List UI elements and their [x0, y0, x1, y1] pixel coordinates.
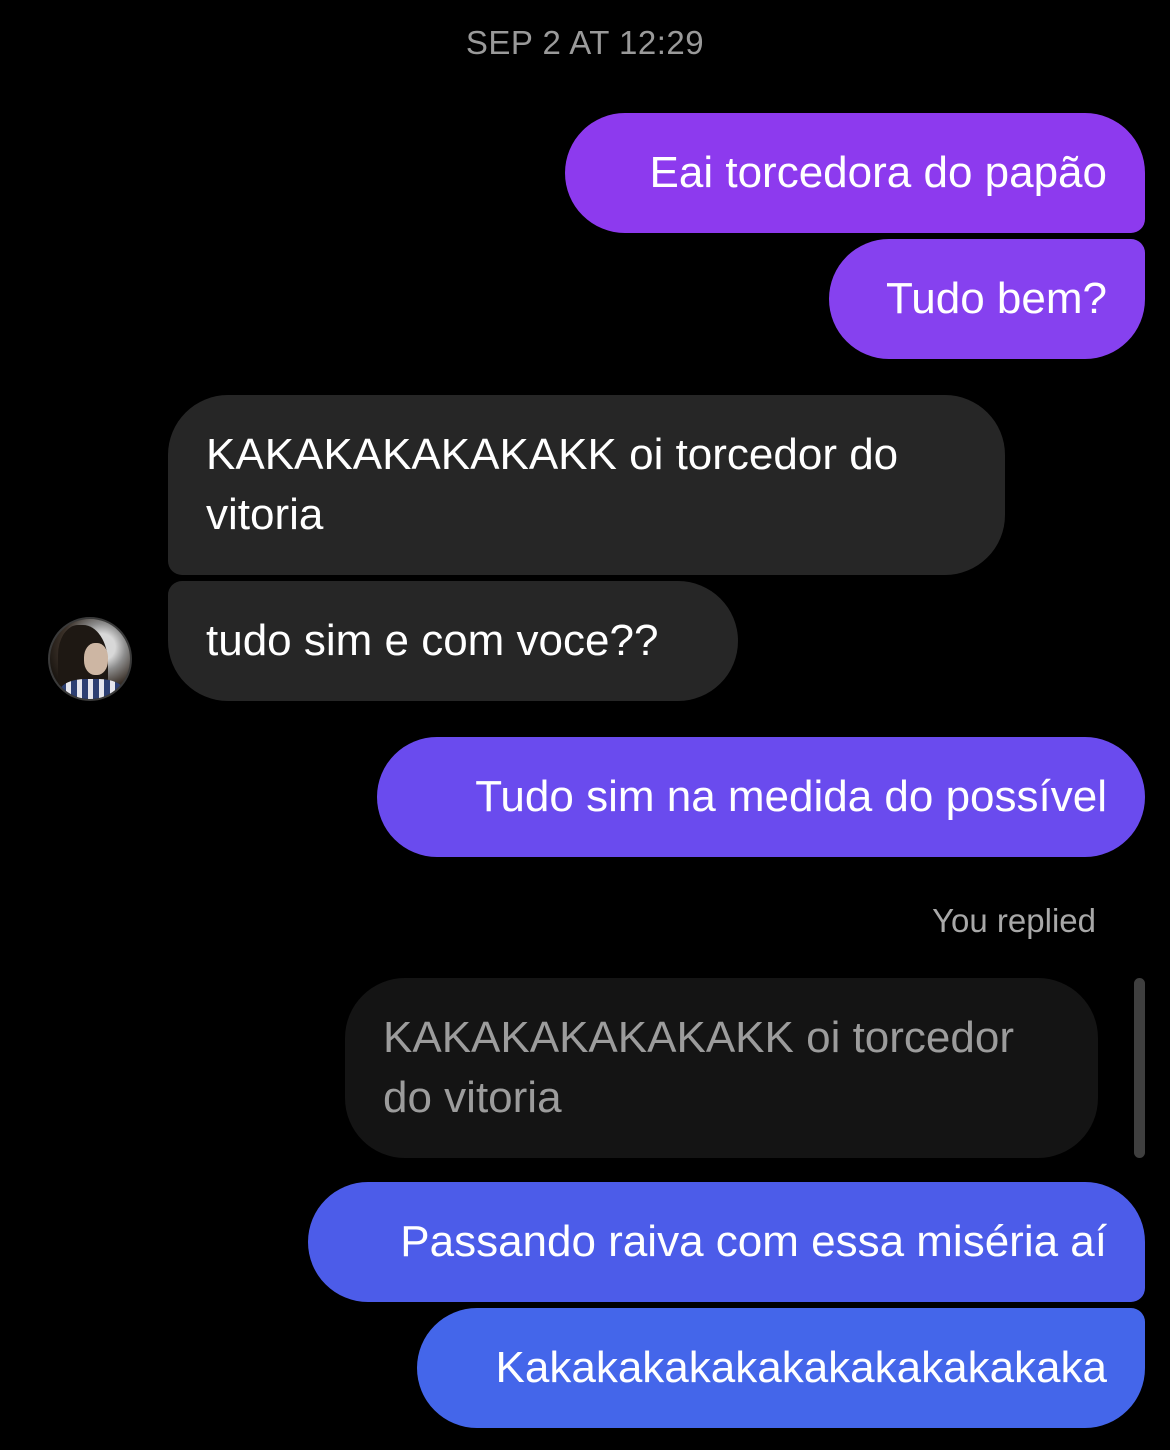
reply-indicator-bar	[1134, 978, 1145, 1158]
incoming-message-bubble[interactable]: KAKAKAKAKAKAKK oi torcedor do vitoria	[168, 395, 1005, 575]
outgoing-message-bubble[interactable]: Passando raiva com essa miséria aí	[308, 1182, 1145, 1302]
outgoing-message-bubble[interactable]: Tudo bem?	[829, 239, 1145, 359]
incoming-message-bubble[interactable]: tudo sim e com voce??	[168, 581, 738, 701]
sender-avatar[interactable]	[48, 617, 132, 701]
message-timestamp: SEP 2 AT 12:29	[465, 24, 705, 61]
outgoing-message-bubble[interactable]: Tudo sim na medida do possível	[377, 737, 1145, 857]
avatar-shirt	[60, 679, 124, 699]
reply-label: You replied	[932, 902, 1096, 939]
avatar-face	[84, 643, 108, 675]
quoted-reply-preview[interactable]: KAKAKAKAKAKAKK oi torcedor do vitoria	[345, 978, 1098, 1158]
outgoing-message-bubble[interactable]: Kakakakakakakakakakakakaka	[417, 1308, 1145, 1428]
outgoing-message-bubble[interactable]: Eai torcedora do papão	[565, 113, 1145, 233]
